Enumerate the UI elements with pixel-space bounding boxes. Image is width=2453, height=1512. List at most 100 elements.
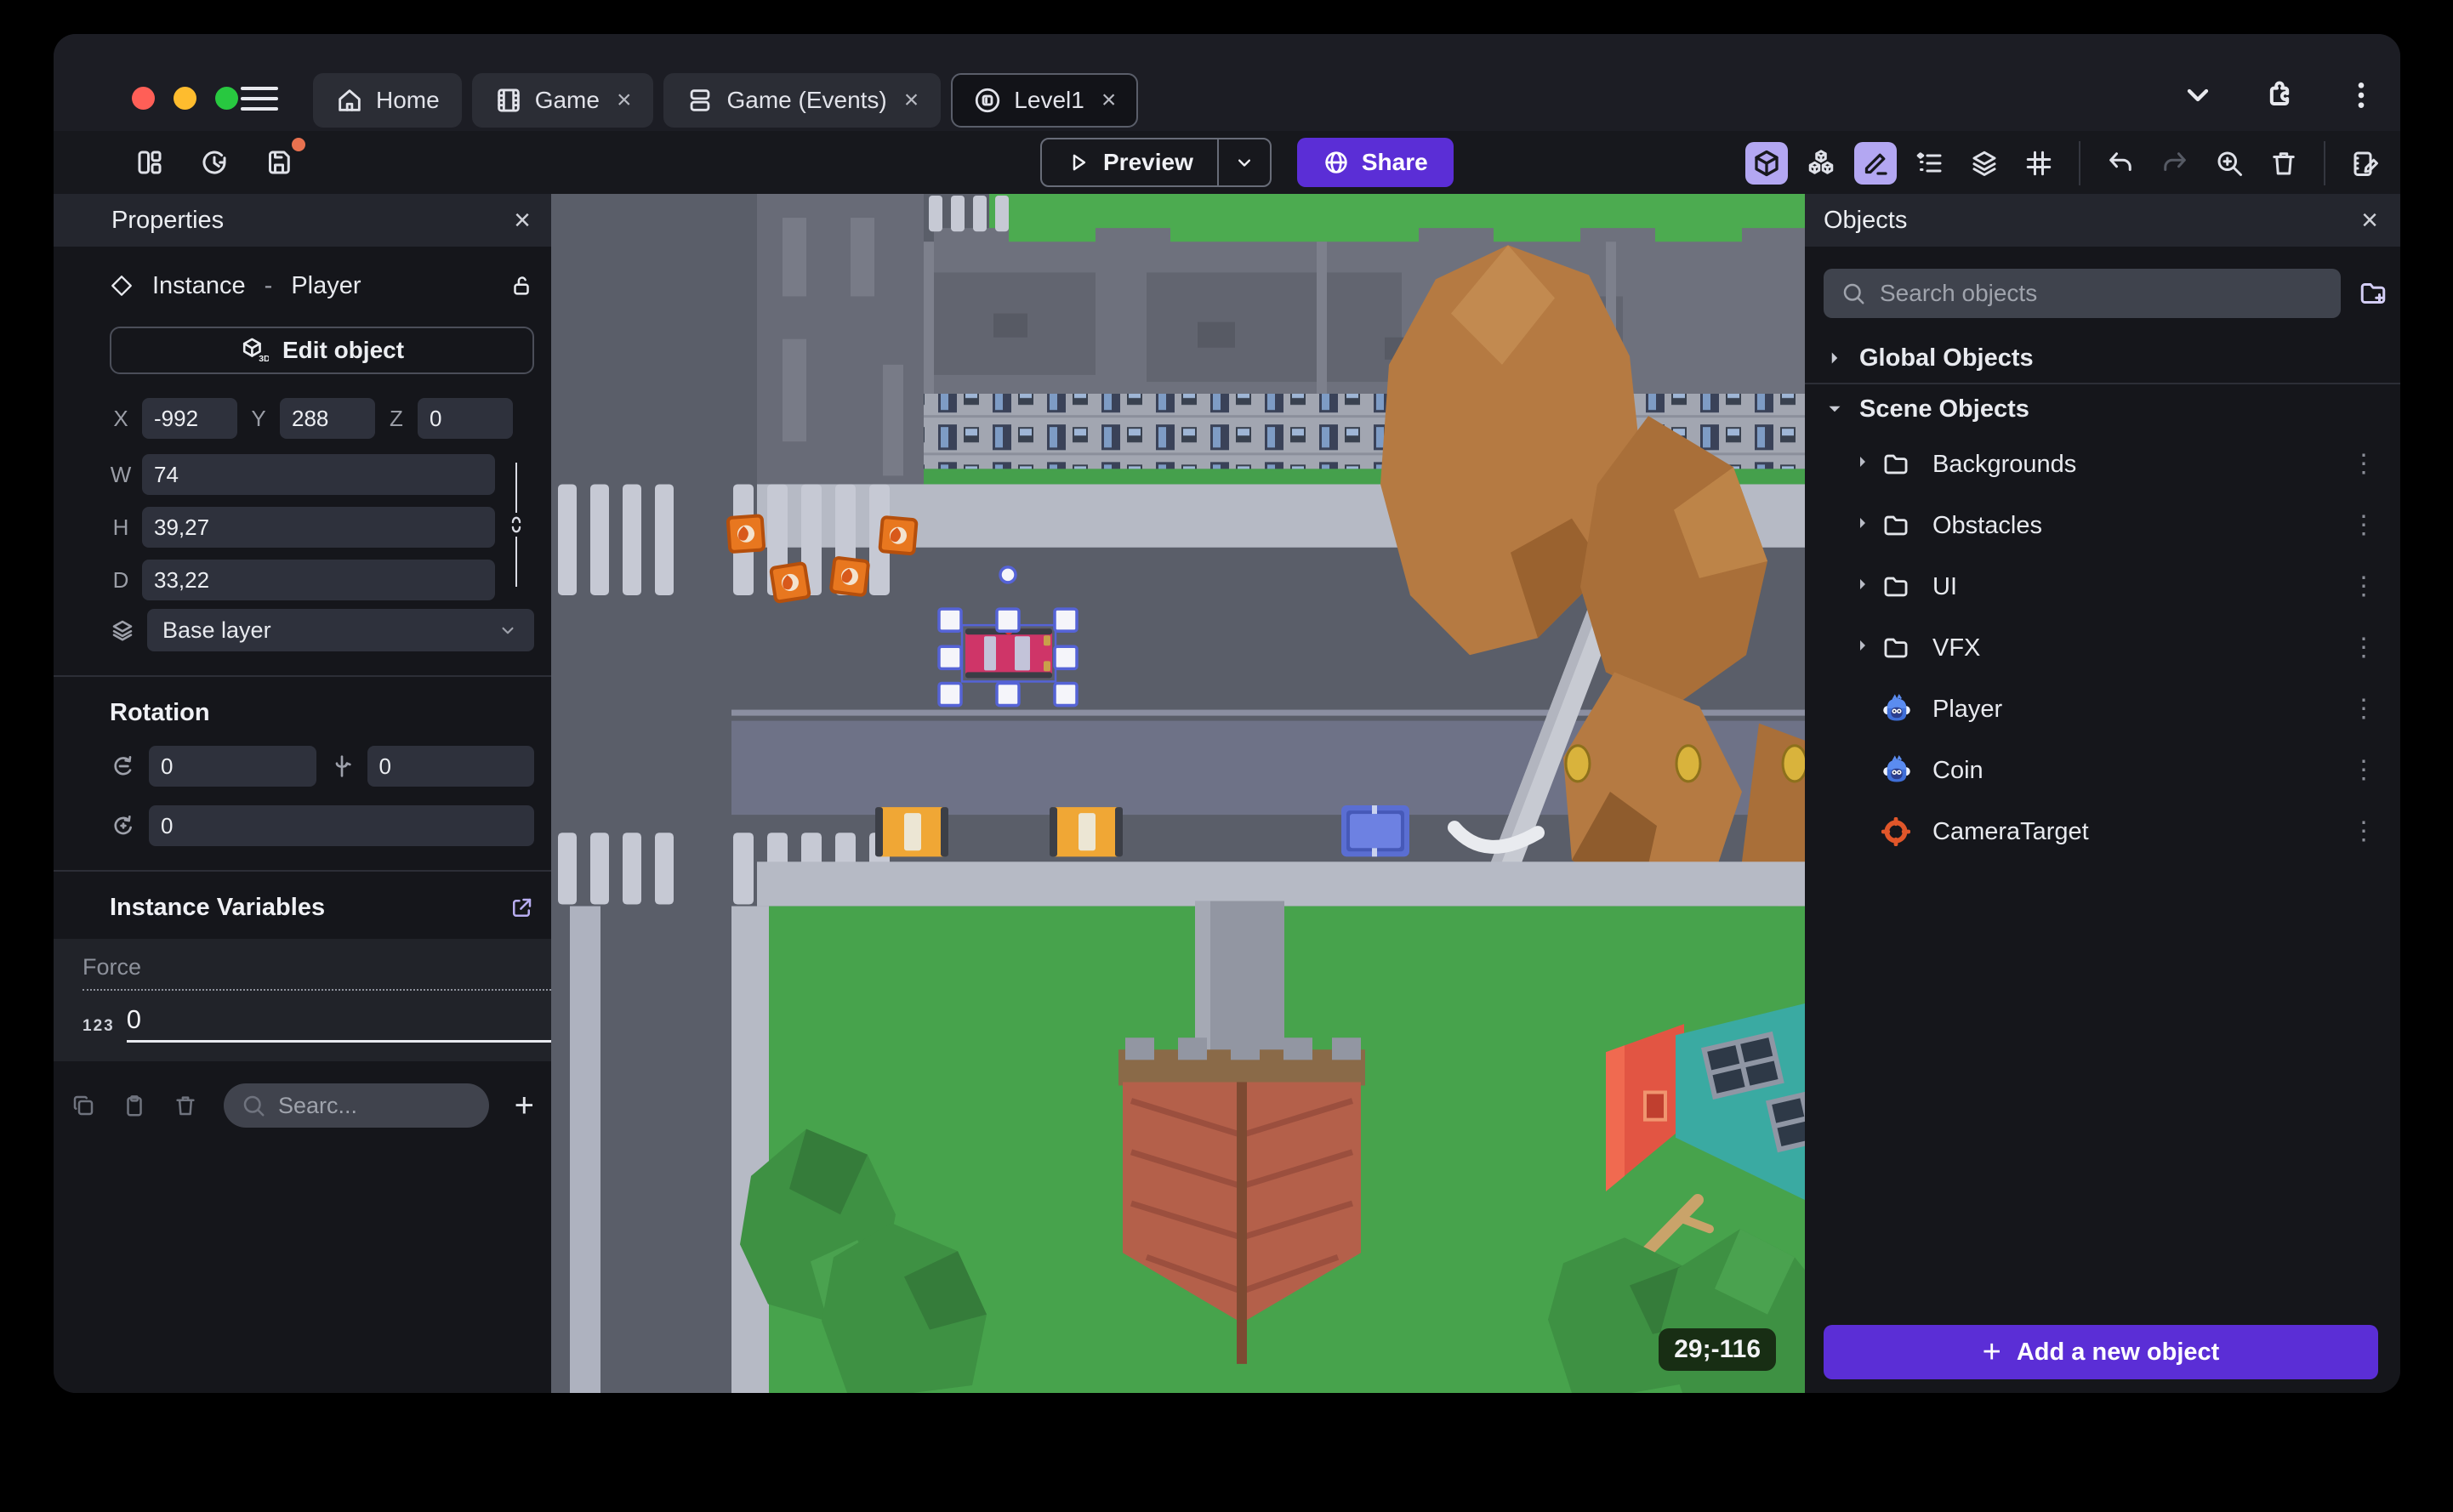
home-icon: [339, 89, 361, 111]
tab-close-icon[interactable]: ×: [617, 88, 632, 113]
rotation-y-input[interactable]: [367, 746, 534, 787]
variables-search-input[interactable]: [278, 1092, 472, 1119]
layer-select[interactable]: Base layer: [147, 609, 534, 651]
object-label: CameraTarget: [1932, 817, 2089, 845]
tab-home[interactable]: Home: [313, 73, 462, 128]
add-variable-button[interactable]: +: [515, 1089, 534, 1123]
height-input[interactable]: [142, 507, 495, 548]
row-menu-kebab-icon[interactable]: ⋮: [2339, 758, 2388, 782]
folder-row-vfx[interactable]: VFX ⋮: [1824, 617, 2388, 679]
folder-row-ui[interactable]: UI ⋮: [1824, 556, 2388, 617]
tab-game-events[interactable]: Game (Events) ×: [663, 73, 942, 128]
zoom-in-icon[interactable]: [2208, 142, 2251, 185]
panels-layout-icon[interactable]: [128, 141, 171, 184]
object-row-coin[interactable]: Coin ⋮: [1824, 740, 2388, 801]
close-window-button[interactable]: [132, 87, 155, 110]
instance-variables-title: Instance Variables: [110, 894, 326, 921]
instance-variables-title-row: Instance Variables: [110, 894, 534, 922]
object-row-player[interactable]: Player ⋮: [1824, 679, 2388, 740]
row-menu-kebab-icon[interactable]: ⋮: [2339, 513, 2388, 537]
row-menu-kebab-icon[interactable]: ⋮: [2339, 696, 2388, 721]
tab-game[interactable]: Game ×: [471, 73, 654, 128]
row-menu-kebab-icon[interactable]: ⋮: [2339, 574, 2388, 599]
add-folder-icon[interactable]: [2358, 278, 2388, 309]
close-icon[interactable]: ×: [514, 204, 531, 237]
layers-icon[interactable]: [1963, 142, 2006, 185]
minimize-window-button[interactable]: [174, 87, 196, 110]
section-global-objects[interactable]: Global Objects: [1824, 333, 2388, 383]
toolbar-center-group: Preview Share: [1040, 138, 1454, 187]
preview-options-button[interactable]: [1216, 139, 1270, 185]
toggle-3d-view-icon[interactable]: [1745, 142, 1788, 185]
scene-canvas[interactable]: 29;-116: [551, 194, 1805, 1393]
depth-input[interactable]: [142, 560, 495, 600]
w-label: W: [110, 461, 132, 487]
globe-icon: [1325, 151, 1347, 173]
tab-label: Game: [534, 87, 600, 113]
tab-close-icon[interactable]: ×: [904, 88, 919, 113]
z-input[interactable]: [418, 398, 513, 439]
scene-properties-icon[interactable]: [2344, 142, 2387, 185]
section-scene-objects[interactable]: Scene Objects: [1824, 384, 2388, 434]
toolbar-left-group: [128, 138, 305, 184]
menu-hamburger-icon[interactable]: [241, 82, 278, 116]
undo-icon[interactable]: [2099, 142, 2142, 185]
global-objects-label: Global Objects: [1859, 344, 2034, 372]
history-icon[interactable]: [193, 141, 236, 184]
objects-panel-header: Objects ×: [1805, 194, 2400, 247]
chain-link-icon: [511, 516, 521, 533]
variables-search[interactable]: [224, 1083, 489, 1128]
external-link-icon[interactable]: [509, 895, 534, 921]
rotation-x-input[interactable]: [149, 746, 316, 787]
svg-text:3D: 3D: [259, 355, 269, 364]
preview-button[interactable]: Preview: [1042, 139, 1217, 185]
add-object-label: Add a new object: [2016, 1338, 2220, 1366]
copy-icon[interactable]: [71, 1093, 96, 1118]
divider: [54, 870, 551, 872]
rotation-handle[interactable]: [999, 566, 1017, 584]
row-menu-kebab-icon[interactable]: ⋮: [2339, 452, 2388, 476]
folder-row-backgrounds[interactable]: Backgrounds ⋮: [1824, 434, 2388, 495]
search-icon: [1843, 283, 1864, 304]
chevron-down-icon[interactable]: [2181, 78, 2215, 112]
object-row-cameratarget[interactable]: CameraTarget ⋮: [1824, 801, 2388, 862]
variable-value[interactable]: 0: [126, 1004, 551, 1043]
share-button[interactable]: Share: [1296, 138, 1454, 187]
edit-mode-pencil-icon[interactable]: [1854, 142, 1897, 185]
instances-list-icon[interactable]: [1909, 142, 1951, 185]
folder-row-obstacles[interactable]: Obstacles ⋮: [1824, 495, 2388, 556]
maximize-window-button[interactable]: [215, 87, 238, 110]
delete-trash-icon[interactable]: [2262, 142, 2305, 185]
properties-panel-header: Properties ×: [54, 194, 551, 247]
edit-object-button[interactable]: 3D Edit object: [110, 327, 534, 374]
tab-close-icon[interactable]: ×: [1101, 88, 1117, 113]
more-menu-icon[interactable]: [2344, 78, 2378, 112]
scene-render: [551, 194, 1805, 1393]
trash-icon[interactable]: [173, 1093, 198, 1118]
object-label: Player: [1932, 695, 2003, 723]
x-input[interactable]: [142, 398, 237, 439]
objects-search[interactable]: [1824, 269, 2341, 318]
variable-name: Force: [83, 954, 551, 991]
y-input[interactable]: [280, 398, 375, 439]
add-new-object-button[interactable]: + Add a new object: [1824, 1325, 2378, 1379]
lock-open-icon[interactable]: [509, 273, 534, 298]
layers-small-icon: [112, 620, 133, 641]
row-menu-kebab-icon[interactable]: ⋮: [2339, 635, 2388, 660]
grid-icon[interactable]: [2018, 142, 2060, 185]
close-icon[interactable]: ×: [2361, 204, 2378, 237]
objects-cubes-icon[interactable]: [1800, 142, 1842, 185]
link-dimensions-toggle[interactable]: [504, 463, 529, 587]
tab-level1[interactable]: Level1 ×: [951, 73, 1139, 128]
paste-clipboard-icon[interactable]: [122, 1093, 147, 1118]
extensions-puzzle-icon[interactable]: [2262, 78, 2296, 112]
objects-search-input[interactable]: [1880, 280, 2324, 307]
save-icon[interactable]: [258, 138, 305, 184]
variable-row-force[interactable]: Force 123 0: [54, 939, 568, 1061]
size-rows: W H D: [110, 454, 534, 600]
width-input[interactable]: [142, 454, 495, 495]
redo-icon[interactable]: [2154, 142, 2196, 185]
toolbar-separator: [2079, 141, 2080, 185]
row-menu-kebab-icon[interactable]: ⋮: [2339, 819, 2388, 844]
rotation-z-input[interactable]: [149, 805, 534, 846]
